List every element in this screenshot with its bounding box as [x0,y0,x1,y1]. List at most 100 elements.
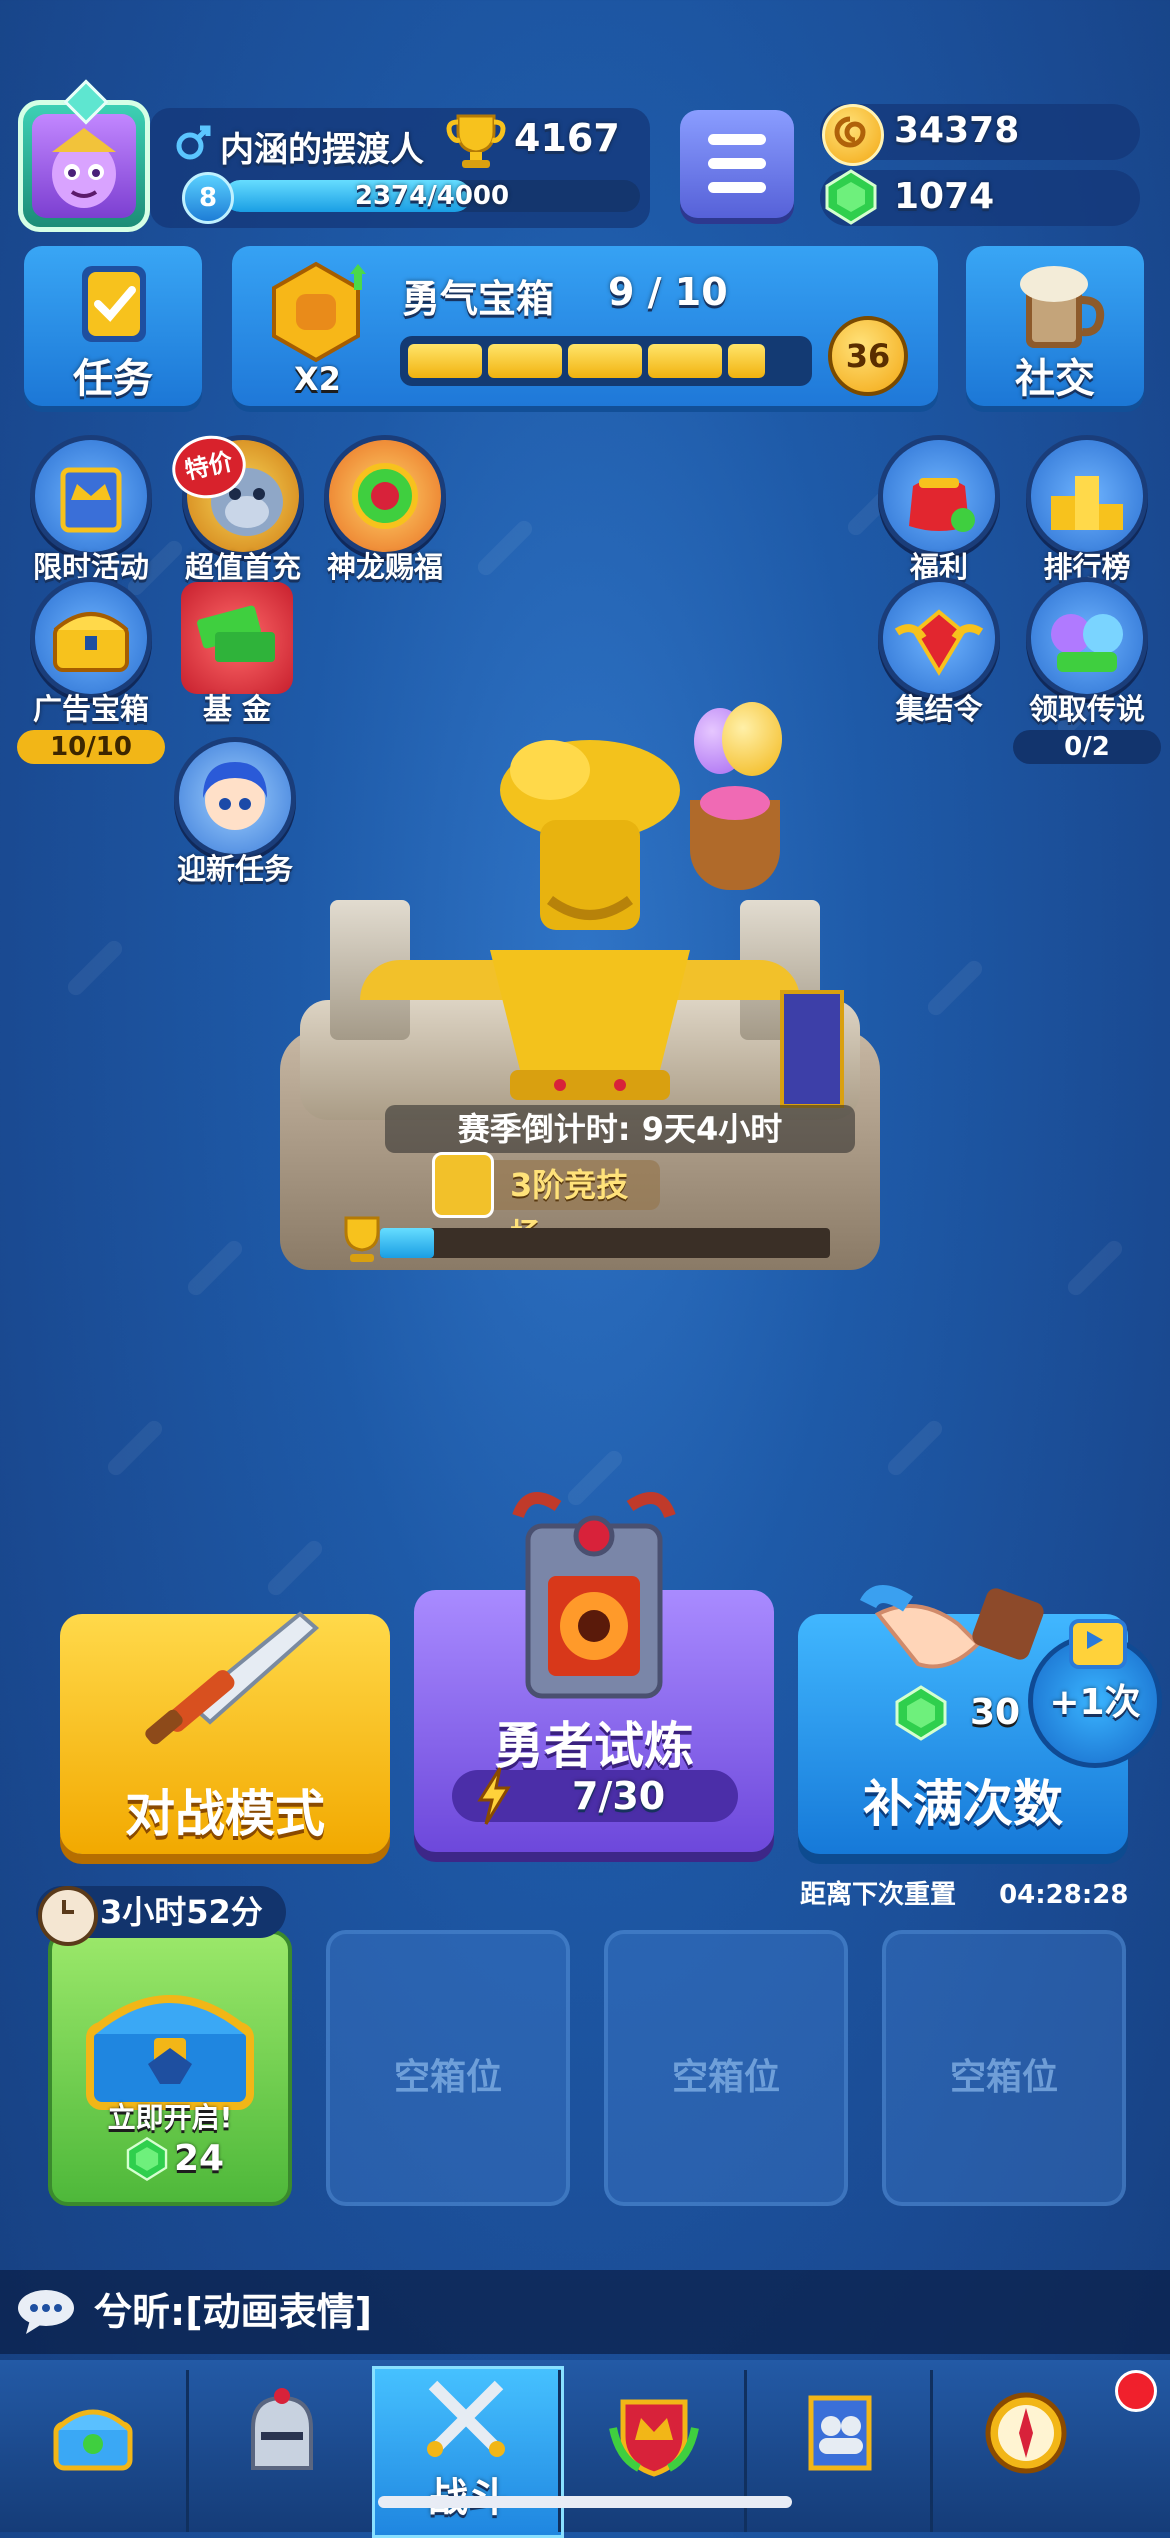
claim-legend-label: 领取传说 [1028,692,1145,726]
chest-multiplier: X2 [294,360,341,398]
claim-legend-button[interactable]: 领取传说 0/2 [1012,582,1162,764]
player-name: 内涵的摆渡人 [220,130,424,170]
welfare-button[interactable]: 福利 [864,440,1014,586]
refill-bonus-text: +1次 [1049,1682,1141,1723]
crown-shield-icon [609,2399,699,2477]
refill-gem-icon [892,1684,950,1742]
girl-hero-icon [203,762,267,830]
arena-trophy-fill [380,1228,434,1258]
refill-cost: 30 [970,1692,1021,1733]
task-clipboard-icon [82,266,146,342]
tab-explore[interactable] [930,2370,1170,2532]
trophy-icon [444,110,508,170]
lightning-icon [477,1767,511,1825]
ad-chest-button[interactable]: 广告宝箱 10/10 [16,582,166,764]
notification-dot [1115,2370,1157,2412]
limited-event-button[interactable]: 限时活动 [16,440,166,586]
home-indicator [378,2496,792,2508]
tab-heroes[interactable] [186,2370,375,2532]
tab-battle[interactable]: 战斗 [372,2366,564,2538]
menu-button[interactable] [680,110,794,218]
chest-progress-segment [568,344,642,378]
reset-timer: 距离下次重置 04:28:28 [800,1874,1130,1911]
chest-cost-coin: 36 [828,316,908,396]
trophy-count: 4167 [514,116,620,160]
chat-bar[interactable]: 兮昕:[动画表情] [0,2270,1170,2354]
flower-basket-icon [690,786,780,890]
chef-statue-icon [490,740,690,1100]
season-countdown: 赛季倒计时: 9天4小时 [385,1105,855,1153]
battle-mode-label: 对战模式 [125,1785,325,1843]
chest-slot-2[interactable]: 空箱位 [326,1930,570,2206]
dragon-orb-icon [352,463,418,529]
arena-trophy-progress [380,1228,830,1258]
arena-chest-icon [432,1152,494,1218]
winged-crown-icon [894,609,984,676]
podium-icon [1051,476,1123,530]
first-recharge-button[interactable]: 特价 超值首充 [166,428,318,586]
chest-slot-1[interactable]: 立即开启! 24 [48,1930,292,2206]
rally-button[interactable]: 集结令 [864,582,1014,728]
newbie-task-label: 迎新任务 [176,852,293,886]
handshake-icon [859,1585,1044,1669]
crown-banner-icon [60,467,122,533]
tasks-button[interactable]: 任务 [24,246,202,406]
ad-chest-label: 广告宝箱 [32,692,149,726]
reset-label: 距离下次重置 [800,1880,957,1910]
xp-text: 2374/4000 [354,181,510,211]
menu-icon [708,134,766,145]
hero-trial-label: 勇者试炼 [494,1717,694,1775]
tab-battle-label: 战斗 [375,2465,561,2523]
trial-energy-pill: 7/30 [452,1767,738,1825]
avatar[interactable] [18,79,150,232]
chest-progress-text: 9 / 10 [608,270,728,314]
refill-label: 补满次数 [863,1775,1063,1833]
gold-amount: 34378 [894,110,1020,151]
legend-orbs-icon [1051,614,1123,672]
tasks-label: 任务 [73,356,153,402]
crossed-swords-icon [427,2380,505,2457]
empty-slot-label: 空箱位 [393,2057,502,2098]
beer-mug-icon [1020,266,1105,348]
refill-bonus-badge[interactable]: +1次 [1028,1619,1162,1768]
newbie-task-button[interactable]: 迎新任务 [160,742,310,888]
red-pouch-icon [909,478,975,532]
social-label: 社交 [1015,356,1095,402]
avatar-portrait-icon [52,128,116,208]
chest-progress-segment [728,344,765,378]
chest-title: 勇气宝箱 [402,277,555,321]
male-gender-icon [176,122,212,162]
limited-event-label: 限时活动 [32,550,149,584]
chest-slot-4[interactable]: 空箱位 [882,1930,1126,2206]
reset-time: 04:28:28 [999,1880,1129,1910]
social-button[interactable]: 社交 [966,246,1144,406]
clock-icon [38,1886,98,1946]
gold-chest-icon [53,612,129,672]
chat-bubble-icon [18,2290,74,2334]
yellow-balloon-icon [722,702,782,776]
scales-banner-icon [780,990,844,1108]
claim-legend-counter: 0/2 [1013,730,1161,764]
dragon-blessing-button[interactable]: 神龙赐福 [310,440,460,586]
open-cost-gem-icon [124,2136,170,2182]
battle-mode-button[interactable]: 对战模式 [60,1611,390,1854]
compass-icon [985,2392,1067,2474]
sword-icon [145,1611,320,1745]
leaderboard-button[interactable]: 排行榜 [1012,440,1162,586]
gem-amount: 1074 [894,176,995,217]
arena-rank-panel: 3阶竞技场 [432,1152,660,1254]
empty-slot-label: 空箱位 [671,2057,780,2098]
first-recharge-label: 超值首充 [184,550,301,584]
friends-banner-icon [808,2395,872,2471]
chest-timer-text: 3小时52分 [100,1893,263,1931]
gem-icon [822,168,880,226]
chest-slot-3[interactable]: 空箱位 [604,1930,848,2206]
money-stack-icon [197,605,275,662]
level-badge: 8 [182,172,234,224]
chest-progress-segment [408,344,482,378]
fund-button[interactable]: 基 金 [162,582,312,728]
open-cost: 24 [174,2138,225,2179]
tab-shop[interactable] [0,2370,186,2532]
treasure-chest-icon [53,2409,133,2471]
chest-progress-segment [648,344,722,378]
